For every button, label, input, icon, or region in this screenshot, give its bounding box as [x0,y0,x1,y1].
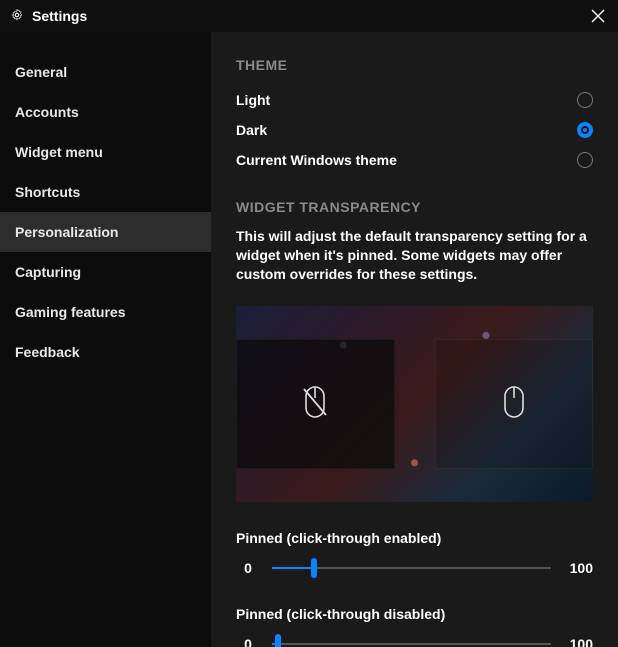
radio-label: Light [236,92,270,108]
radio-label: Current Windows theme [236,152,397,168]
transparency-description: This will adjust the default transparenc… [236,227,593,284]
sidebar-item-label: Personalization [15,224,118,240]
slider-clickthrough-enabled[interactable] [272,558,551,578]
gear-icon [10,8,24,25]
theme-option-system[interactable]: Current Windows theme [236,145,593,175]
sidebar-item-gaming-features[interactable]: Gaming features [0,292,211,332]
slider-min: 0 [236,636,260,647]
theme-heading: THEME [236,57,593,73]
radio-indicator [577,122,593,138]
sidebar: General Accounts Widget menu Shortcuts P… [0,32,211,647]
titlebar: Settings [0,0,618,32]
radio-label: Dark [236,122,267,138]
sidebar-item-label: Widget menu [15,144,103,160]
sidebar-item-label: General [15,64,67,80]
sidebar-item-accounts[interactable]: Accounts [0,92,211,132]
slider-label-1: Pinned (click-through enabled) [236,530,593,546]
sidebar-item-general[interactable]: General [0,52,211,92]
slider-max: 100 [563,560,593,576]
sidebar-item-capturing[interactable]: Capturing [0,252,211,292]
preview-clickthrough-disabled [435,339,594,469]
sidebar-item-label: Gaming features [15,304,125,320]
radio-indicator [577,92,593,108]
sidebar-item-personalization[interactable]: Personalization [0,212,211,252]
sidebar-item-label: Capturing [15,264,81,280]
transparency-preview [236,306,593,502]
close-button[interactable] [588,6,608,26]
sidebar-item-feedback[interactable]: Feedback [0,332,211,372]
sidebar-item-label: Shortcuts [15,184,80,200]
theme-option-dark[interactable]: Dark [236,115,593,145]
close-icon [591,9,605,23]
sidebar-item-label: Accounts [15,104,79,120]
slider-label-2: Pinned (click-through disabled) [236,606,593,622]
sidebar-item-shortcuts[interactable]: Shortcuts [0,172,211,212]
mouse-icon [499,385,529,422]
mouse-off-icon [300,385,330,422]
preview-clickthrough-enabled [236,339,395,469]
radio-indicator [577,152,593,168]
window-title: Settings [32,8,87,24]
sidebar-item-label: Feedback [15,344,80,360]
sidebar-item-widget-menu[interactable]: Widget menu [0,132,211,172]
transparency-heading: WIDGET TRANSPARENCY [236,199,593,215]
theme-option-light[interactable]: Light [236,85,593,115]
slider-clickthrough-disabled[interactable] [272,634,551,647]
content-scroll[interactable]: THEME Light Dark Current Windows theme W… [211,32,618,647]
slider-max: 100 [563,636,593,647]
slider-min: 0 [236,560,260,576]
